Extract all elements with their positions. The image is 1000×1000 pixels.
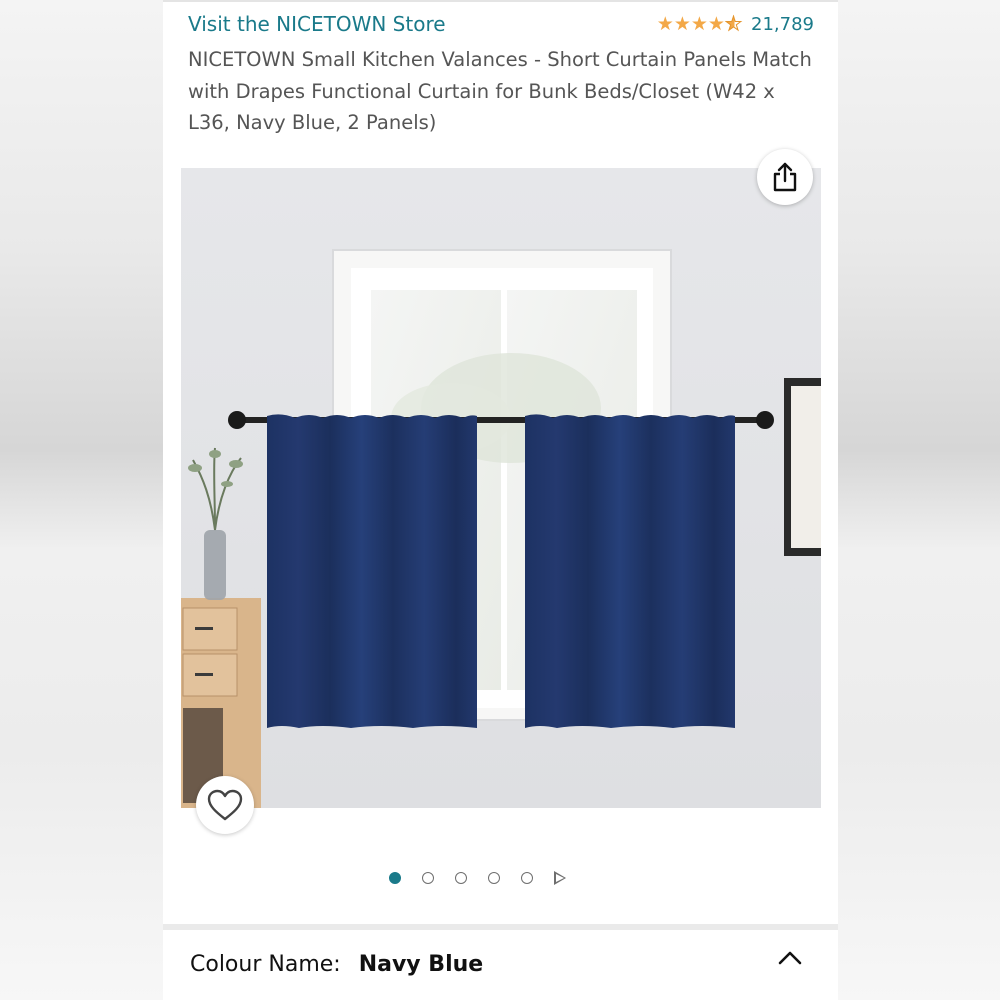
store-link[interactable]: Visit the NICETOWN Store bbox=[188, 12, 446, 36]
colour-toggle[interactable] bbox=[775, 946, 805, 972]
star-icon: ★ bbox=[707, 13, 725, 35]
colour-value: Navy Blue bbox=[358, 952, 484, 977]
top-divider bbox=[163, 0, 838, 2]
background-left bbox=[0, 0, 163, 1000]
wishlist-button[interactable] bbox=[196, 776, 254, 834]
gallery-pagination bbox=[389, 871, 566, 885]
colour-selector[interactable]: Colour Name: Navy Blue bbox=[190, 952, 483, 977]
section-divider bbox=[163, 924, 838, 930]
star-icon: ★ bbox=[673, 13, 691, 35]
product-image[interactable] bbox=[181, 168, 821, 808]
rating-stars: ★ ★ ★ ★ ★ bbox=[656, 13, 743, 35]
share-icon bbox=[773, 162, 797, 192]
gallery-dot-4[interactable] bbox=[488, 872, 500, 884]
gallery-dot-1[interactable] bbox=[389, 872, 401, 884]
play-arrow-icon[interactable] bbox=[554, 871, 566, 885]
product-card: Visit the NICETOWN Store ★ ★ ★ ★ ★ 21,78… bbox=[163, 0, 838, 1000]
rating-count[interactable]: 21,789 bbox=[751, 14, 814, 35]
star-icon: ★ bbox=[656, 13, 674, 35]
rating[interactable]: ★ ★ ★ ★ ★ 21,789 bbox=[657, 14, 814, 35]
colour-label: Colour Name: bbox=[190, 952, 341, 977]
half-star-icon: ★ bbox=[724, 13, 743, 35]
product-title: NICETOWN Small Kitchen Valances - Short … bbox=[188, 48, 812, 134]
share-button[interactable] bbox=[757, 149, 813, 205]
background-right bbox=[838, 0, 1000, 1000]
gallery-dot-5[interactable] bbox=[521, 872, 533, 884]
heart-icon bbox=[207, 789, 243, 821]
curtain-photo bbox=[181, 168, 821, 808]
gallery-dot-3[interactable] bbox=[455, 872, 467, 884]
star-icon: ★ bbox=[690, 13, 708, 35]
chevron-up-icon bbox=[778, 951, 802, 965]
gallery-dot-2[interactable] bbox=[422, 872, 434, 884]
